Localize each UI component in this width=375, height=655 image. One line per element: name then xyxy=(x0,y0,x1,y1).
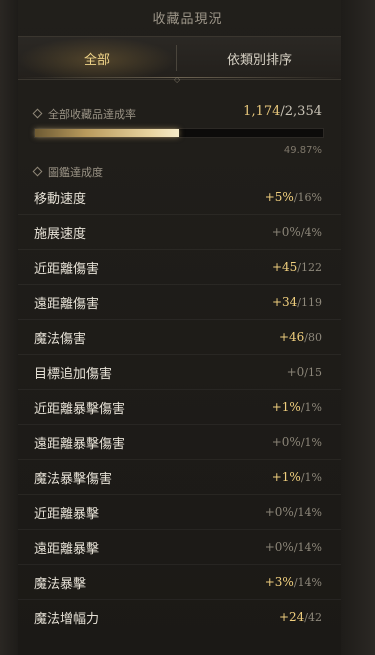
completion-progress-fill xyxy=(35,129,179,137)
tab-notch-icon: ◇ xyxy=(174,75,181,84)
stat-value: +24/42 xyxy=(278,610,322,624)
stat-row: 魔法暴擊 +3%/14% xyxy=(18,564,341,599)
completion-total: 2,354 xyxy=(284,104,322,119)
stat-value: +46/80 xyxy=(278,330,322,344)
stat-max: 15 xyxy=(308,365,322,379)
stat-row: 施展速度 +0%/4% xyxy=(18,214,341,249)
tab-divider xyxy=(176,45,177,71)
stat-name: 遠距離暴擊傷害 xyxy=(34,436,126,452)
stat-row: 遠距離暴擊 +0%/14% xyxy=(18,529,341,564)
stat-current: +1% xyxy=(271,400,301,414)
stat-max: 16% xyxy=(297,190,322,204)
stat-current: +3% xyxy=(264,575,294,589)
completion-count: 1,174/2,354 xyxy=(243,104,322,119)
stat-max: 119 xyxy=(301,295,322,309)
stat-row: 目標追加傷害 +0/15 xyxy=(18,354,341,389)
stat-value: +5%/16% xyxy=(264,190,322,204)
stats-list: 移動速度 +5%/16% 施展速度 +0%/4% 近距離傷害 +45/122 遠距離傷害 +3… xyxy=(18,180,341,634)
stat-max: 42 xyxy=(308,610,322,624)
stat-max: 80 xyxy=(308,330,322,344)
stat-current: +24 xyxy=(278,610,305,624)
stat-name: 遠距離暴擊 xyxy=(34,541,100,557)
tab-sort-by-category[interactable]: 依類別排序 xyxy=(178,37,341,79)
stat-name: 魔法增幅力 xyxy=(34,611,100,627)
stat-row: 遠距離傷害 +34/119 xyxy=(18,284,341,319)
stat-max: 1% xyxy=(304,470,322,484)
completion-current: 1,174 xyxy=(243,104,281,119)
stat-max: 14% xyxy=(297,505,322,519)
stat-max: 1% xyxy=(304,400,322,414)
stat-row: 近距離暴擊 +0%/14% xyxy=(18,494,341,529)
stat-current: +0% xyxy=(271,435,301,449)
stat-current: +1% xyxy=(271,470,301,484)
stat-name: 近距離暴擊 xyxy=(34,506,100,522)
stat-name: 遠距離傷害 xyxy=(34,296,100,312)
stat-value: +0%/4% xyxy=(271,225,322,239)
stat-value: +0/15 xyxy=(286,365,322,379)
stat-current: +0% xyxy=(264,540,294,554)
tab-all[interactable]: 全部 xyxy=(18,37,176,79)
stat-max: 122 xyxy=(301,260,322,274)
stat-value: +0%/1% xyxy=(271,435,322,449)
diamond-bullet-icon xyxy=(32,108,43,119)
stat-current: +5% xyxy=(264,190,294,204)
stat-name: 目標追加傷害 xyxy=(34,366,113,382)
stat-current: +34 xyxy=(271,295,298,309)
stat-max: 14% xyxy=(297,540,322,554)
stat-name: 近距離暴擊傷害 xyxy=(34,401,126,417)
stat-value: +34/119 xyxy=(271,295,322,309)
stat-value: +0%/14% xyxy=(264,540,322,554)
stat-max: 1% xyxy=(304,435,322,449)
stat-row: 魔法傷害 +46/80 xyxy=(18,319,341,354)
completion-label: 全部收藏品達成率 xyxy=(32,106,136,122)
stat-row: 魔法增幅力 +24/42 xyxy=(18,599,341,634)
stat-name: 魔法暴擊 xyxy=(34,576,87,592)
stat-max: 14% xyxy=(297,575,322,589)
left-edge xyxy=(0,0,18,655)
stat-name: 魔法傷害 xyxy=(34,331,87,347)
stat-max: 4% xyxy=(304,225,322,239)
stat-row: 移動速度 +5%/16% xyxy=(18,180,341,214)
stat-value: +3%/14% xyxy=(264,575,322,589)
completion-percent: 49.87% xyxy=(283,145,322,156)
stat-current: +0 xyxy=(286,365,305,379)
stat-current: +46 xyxy=(278,330,305,344)
right-edge xyxy=(341,0,375,655)
completion-label-text: 全部收藏品達成率 xyxy=(48,108,136,121)
stats-section-label-text: 圖鑑達成度 xyxy=(48,166,103,179)
diamond-bullet-icon xyxy=(32,166,43,177)
stat-value: +0%/14% xyxy=(264,505,322,519)
stat-name: 施展速度 xyxy=(34,226,87,242)
stat-row: 魔法暴擊傷害 +1%/1% xyxy=(18,459,341,494)
stat-row: 遠距離暴擊傷害 +0%/1% xyxy=(18,424,341,459)
stats-section-label: 圖鑑達成度 xyxy=(32,164,103,180)
stat-value: +45/122 xyxy=(271,260,322,274)
stat-current: +45 xyxy=(271,260,298,274)
stat-row: 近距離傷害 +45/122 xyxy=(18,249,341,284)
stat-current: +0% xyxy=(271,225,301,239)
stat-value: +1%/1% xyxy=(271,470,322,484)
tab-bar: 全部 依類別排序 xyxy=(18,36,341,80)
stat-current: +0% xyxy=(264,505,294,519)
completion-progress-bar xyxy=(34,128,324,138)
stat-value: +1%/1% xyxy=(271,400,322,414)
page-title: 收藏品現況 xyxy=(152,12,223,27)
stat-name: 魔法暴擊傷害 xyxy=(34,471,113,487)
stat-name: 移動速度 xyxy=(34,191,87,207)
stat-row: 近距離暴擊傷害 +1%/1% xyxy=(18,389,341,424)
stat-name: 近距離傷害 xyxy=(34,261,100,277)
